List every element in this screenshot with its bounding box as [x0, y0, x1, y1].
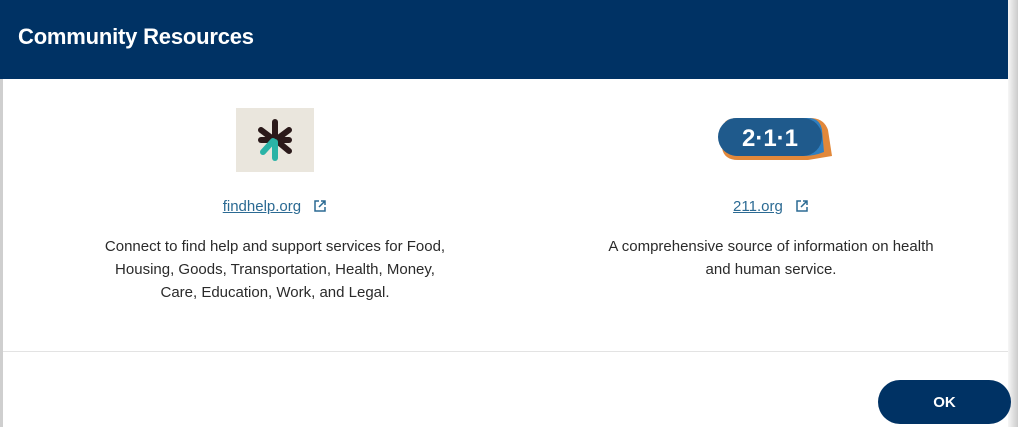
- 211-description: A comprehensive source of information on…: [556, 235, 986, 281]
- findhelp-description: Connect to find help and support service…: [70, 235, 480, 304]
- findhelp-asterisk-icon: [258, 119, 292, 161]
- ok-button[interactable]: OK: [878, 380, 1011, 424]
- 211-logo-text: 2·1·1: [741, 125, 799, 152]
- external-link-icon[interactable]: [313, 199, 327, 217]
- 211-link-row: 211.org: [556, 198, 986, 217]
- findhelp-link-row: findhelp.org: [70, 198, 480, 217]
- dialog-header: Community Resources: [0, 0, 1008, 79]
- external-link-icon[interactable]: [795, 199, 809, 217]
- description-line: and human service.: [705, 261, 837, 278]
- footer-divider: [3, 351, 1008, 352]
- community-resources-dialog: Community Resources findhelp.org Connect…: [0, 0, 1011, 427]
- 211-logo[interactable]: 2·1·1: [704, 108, 838, 172]
- dialog-left-border: [0, 79, 3, 427]
- description-line: A comprehensive source of information on…: [608, 238, 934, 255]
- 211-link[interactable]: 211.org: [733, 198, 783, 215]
- findhelp-link[interactable]: findhelp.org: [223, 198, 301, 215]
- findhelp-logo[interactable]: [236, 108, 314, 172]
- resource-211: 2·1·1 211.org A comprehensive source of …: [556, 108, 986, 281]
- resource-findhelp: findhelp.org Connect to find help and su…: [70, 108, 480, 304]
- description-line: Housing, Goods, Transportation, Health, …: [115, 261, 435, 278]
- description-line: Care, Education, Work, and Legal.: [160, 284, 390, 301]
- description-line: Connect to find help and support service…: [104, 238, 446, 255]
- dialog-title: Community Resources: [18, 24, 254, 49]
